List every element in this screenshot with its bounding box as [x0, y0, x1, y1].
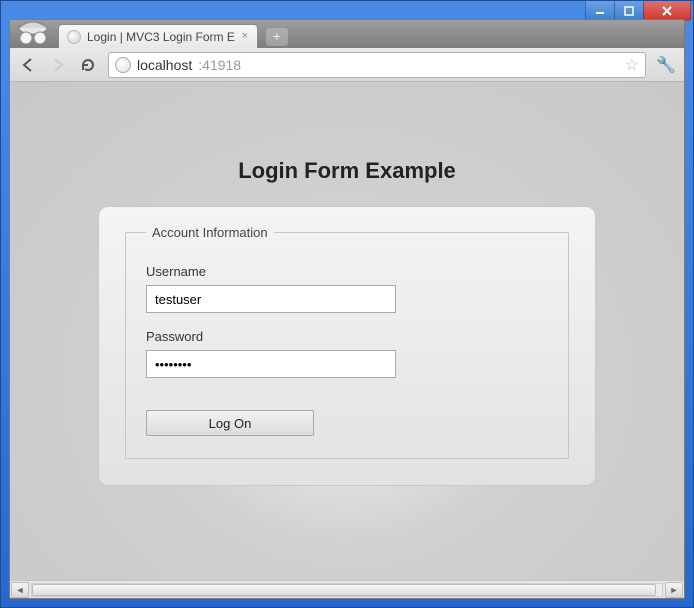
bookmark-star-icon[interactable]: ☆	[625, 55, 639, 75]
browser-tab[interactable]: Login | MVC3 Login Form E ×	[58, 24, 258, 48]
login-panel: Account Information Username Password Lo…	[98, 206, 596, 486]
triangle-right-icon: ►	[670, 585, 679, 595]
password-label: Password	[146, 329, 548, 344]
tab-close-button[interactable]: ×	[239, 30, 251, 42]
window-maximize-button[interactable]	[614, 1, 644, 21]
arrow-left-icon	[20, 57, 36, 73]
new-tab-button[interactable]: +	[266, 28, 288, 46]
scroll-left-button[interactable]: ◄	[11, 582, 29, 598]
window-minimize-button[interactable]	[585, 1, 615, 21]
wrench-icon: 🔧	[656, 57, 676, 74]
close-icon	[662, 6, 672, 16]
window-titlebar[interactable]	[1, 1, 693, 21]
plus-icon: +	[273, 28, 281, 44]
password-input[interactable]	[146, 350, 396, 378]
horizontal-scrollbar[interactable]: ◄ ►	[10, 580, 684, 598]
settings-button[interactable]: 🔧	[656, 55, 676, 75]
tab-strip: Login | MVC3 Login Form E × +	[10, 20, 684, 48]
browser-toolbar: localhost :41918 ☆ 🔧	[10, 48, 684, 82]
log-on-button[interactable]: Log On	[146, 410, 314, 436]
globe-icon	[115, 57, 131, 73]
reload-button[interactable]	[78, 55, 98, 75]
scroll-right-button[interactable]: ►	[665, 582, 683, 598]
reload-icon	[80, 57, 96, 73]
window-frame: Login | MVC3 Login Form E × + localhost:…	[0, 0, 694, 608]
maximize-icon	[624, 6, 634, 16]
url-host: localhost	[137, 57, 192, 73]
scroll-track[interactable]	[31, 583, 663, 597]
back-button[interactable]	[18, 55, 38, 75]
forward-button[interactable]	[48, 55, 68, 75]
url-port: :41918	[198, 57, 241, 73]
favicon-icon	[67, 30, 81, 44]
browser-chrome: Login | MVC3 Login Form E × + localhost:…	[9, 19, 685, 599]
address-bar[interactable]: localhost :41918 ☆	[108, 52, 646, 78]
fieldset-legend: Account Information	[146, 225, 274, 240]
username-input[interactable]	[146, 285, 396, 313]
minimize-icon	[595, 6, 605, 16]
scroll-thumb[interactable]	[32, 584, 656, 596]
window-close-button[interactable]	[643, 1, 691, 21]
incognito-icon	[12, 19, 54, 48]
triangle-left-icon: ◄	[16, 585, 25, 595]
arrow-right-icon	[50, 57, 66, 73]
account-fieldset: Account Information Username Password Lo…	[125, 225, 569, 459]
page-viewport: Login Form Example Account Information U…	[10, 82, 684, 580]
tab-title: Login | MVC3 Login Form E	[87, 30, 235, 44]
page-title: Login Form Example	[238, 158, 456, 184]
username-label: Username	[146, 264, 548, 279]
